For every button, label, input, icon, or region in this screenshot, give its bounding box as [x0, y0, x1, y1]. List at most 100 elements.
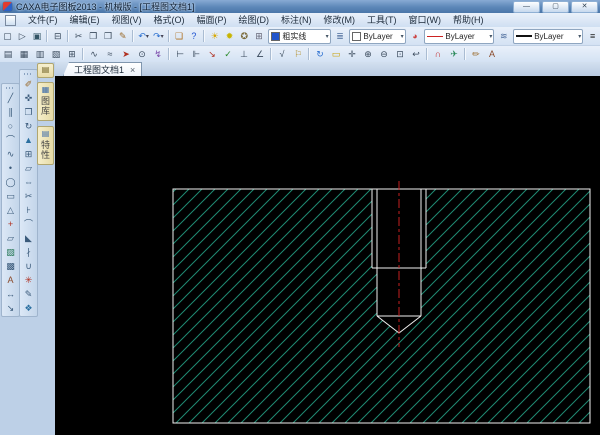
bom-table-button[interactable]: ⊞: [64, 47, 80, 61]
sheet-settings-button[interactable]: ▤: [0, 47, 16, 61]
redo-button[interactable]: ↷ ▾: [151, 29, 166, 43]
print-button[interactable]: ⊟: [50, 29, 65, 43]
menu-dimension[interactable]: 标注(N): [275, 14, 318, 27]
help-button[interactable]: ?: [187, 29, 202, 43]
layer-select-dropdown-arrow[interactable]: ▾: [326, 33, 329, 40]
drawing-canvas[interactable]: [55, 76, 600, 435]
layers-button[interactable]: ≣: [333, 29, 348, 43]
sketch-pen-button[interactable]: ✏: [468, 47, 484, 61]
extend-button[interactable]: ⊦: [22, 203, 36, 217]
break-button[interactable]: ∤: [22, 245, 36, 259]
solid-fill-button[interactable]: ▩: [4, 259, 18, 273]
leader-button[interactable]: ↘: [4, 301, 18, 315]
linetype-select-dropdown-arrow[interactable]: ▾: [489, 33, 492, 40]
wavy-line-button[interactable]: ≈: [102, 47, 118, 61]
cut-button[interactable]: ✂: [71, 29, 86, 43]
layer-lock-button[interactable]: ✪: [237, 29, 252, 43]
linetype-select-combo[interactable]: ByLayer ▾: [424, 28, 495, 44]
arc-button[interactable]: ⌒: [4, 133, 18, 147]
menu-view[interactable]: 视图(V): [106, 14, 148, 27]
view-navigation-button[interactable]: ✈: [446, 47, 462, 61]
fillet-button[interactable]: ⌒: [22, 217, 36, 231]
copy-button[interactable]: ❐: [86, 29, 101, 43]
section-line-button[interactable]: ↯: [150, 47, 166, 61]
panel-tab-library[interactable]: ▦ 图库: [37, 82, 54, 121]
text-button[interactable]: A: [4, 273, 18, 287]
zoom-previous-button[interactable]: ↩: [408, 47, 424, 61]
open-button[interactable]: ▷: [15, 29, 30, 43]
move-button[interactable]: ✜: [22, 91, 36, 105]
save-button[interactable]: ▣: [30, 29, 45, 43]
menu-draw[interactable]: 绘图(D): [233, 14, 276, 27]
polyline-button[interactable]: ▱: [4, 231, 18, 245]
tab-doc1[interactable]: 工程图文档1 ×: [63, 62, 143, 76]
zoom-all-button[interactable]: ⊡: [392, 47, 408, 61]
zoom-in-button[interactable]: ⊕: [360, 47, 376, 61]
menu-help[interactable]: 帮助(H): [447, 14, 490, 27]
snap-magnet-button[interactable]: ∩: [430, 47, 446, 61]
join-button[interactable]: ∪: [22, 259, 36, 273]
tab-close-icon[interactable]: ×: [130, 65, 135, 75]
arrow-button[interactable]: ➤: [118, 47, 134, 61]
chamfer-button[interactable]: ◣: [22, 231, 36, 245]
roughness-button[interactable]: √: [274, 47, 290, 61]
menu-edit[interactable]: 编辑(E): [64, 14, 106, 27]
close-button[interactable]: ✕: [571, 1, 598, 13]
point-button[interactable]: •: [4, 161, 18, 175]
layer-select-combo[interactable]: 粗实线 ▾: [268, 28, 331, 44]
hatch-button[interactable]: ▨: [4, 245, 18, 259]
maximize-button[interactable]: ▢: [542, 1, 569, 13]
color-palette-button[interactable]: ◕: [408, 29, 423, 43]
circle-button[interactable]: ○: [4, 119, 18, 133]
color-select-combo[interactable]: ByLayer ▾: [349, 28, 406, 44]
rectangle-button[interactable]: ▭: [4, 189, 18, 203]
zoom-out-button[interactable]: ⊖: [376, 47, 392, 61]
menu-modify[interactable]: 修改(M): [318, 14, 362, 27]
match-properties-button[interactable]: ❖: [22, 301, 36, 315]
array-button[interactable]: ⊞: [22, 147, 36, 161]
lineweight-select-combo[interactable]: ByLayer ▾: [513, 28, 584, 44]
menu-sheet[interactable]: 幅面(P): [191, 14, 233, 27]
detail-view-button[interactable]: ⊙: [134, 47, 150, 61]
menu-file[interactable]: 文件(F): [22, 14, 64, 27]
dim-tolerance-button[interactable]: ✓: [220, 47, 236, 61]
rotate-button[interactable]: ↻: [22, 119, 36, 133]
paste-button[interactable]: ❒: [101, 29, 116, 43]
scale-button[interactable]: ▱: [22, 161, 36, 175]
text-style-button[interactable]: A: [484, 47, 500, 61]
polygon-button[interactable]: △: [4, 203, 18, 217]
title-block-button[interactable]: ▥: [32, 47, 48, 61]
ellipse-button[interactable]: ◯: [4, 175, 18, 189]
layer-print-button[interactable]: ⊞: [252, 29, 267, 43]
spline-button[interactable]: ∿: [86, 47, 102, 61]
minimize-button[interactable]: —: [513, 1, 540, 13]
panel-tab-properties[interactable]: ▤ 特性: [37, 126, 54, 165]
menu-tools[interactable]: 工具(T): [361, 14, 403, 27]
parallel-line-button[interactable]: ∥: [4, 105, 18, 119]
dim-leader-button[interactable]: ↘: [204, 47, 220, 61]
explode-button[interactable]: ✳: [22, 273, 36, 287]
undo-dropdown-arrow[interactable]: ▾: [146, 33, 149, 40]
ole-link-button[interactable]: ❏: [172, 29, 187, 43]
copy-entity-button[interactable]: ❐: [22, 105, 36, 119]
undo-button[interactable]: ↶ ▾: [136, 29, 151, 43]
dim-datum-button[interactable]: ⊥: [236, 47, 252, 61]
document-icon[interactable]: [5, 14, 16, 26]
panel-strip-button[interactable]: ▤: [37, 63, 54, 78]
dim-baseline-button[interactable]: ⊩: [188, 47, 204, 61]
color-select-dropdown-arrow[interactable]: ▾: [401, 33, 404, 40]
weld-symbol-button[interactable]: ⚐: [290, 47, 306, 61]
menu-window[interactable]: 窗口(W): [403, 14, 448, 27]
erase-button[interactable]: ✐: [22, 77, 36, 91]
menu-format[interactable]: 格式(O): [148, 14, 191, 27]
new-button[interactable]: ▢: [0, 29, 15, 43]
redraw-button[interactable]: ↻: [312, 47, 328, 61]
dim-angle-button[interactable]: ∠: [252, 47, 268, 61]
layer-bright-button[interactable]: ✹: [222, 29, 237, 43]
dimension-button[interactable]: ↔: [4, 287, 18, 301]
line-button[interactable]: ╱: [4, 91, 18, 105]
drawing-frame-button[interactable]: ▦: [16, 47, 32, 61]
mirror-button[interactable]: ▲: [22, 133, 36, 147]
lineweight-button[interactable]: ≡: [585, 29, 600, 43]
trim-button[interactable]: ✂: [22, 189, 36, 203]
